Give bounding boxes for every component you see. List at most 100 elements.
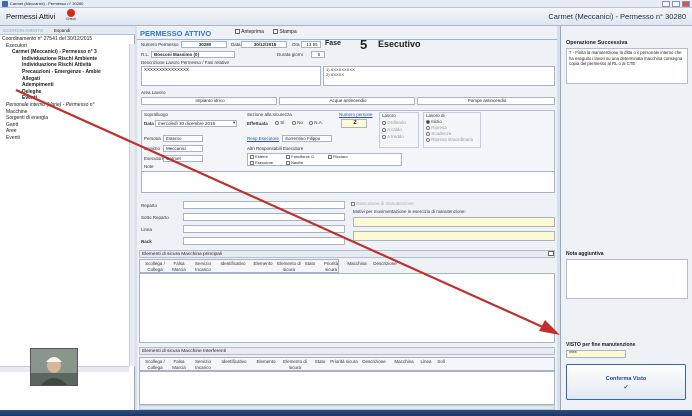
calendar-dropdown-icon[interactable]: ▾ — [233, 120, 235, 126]
nota-field[interactable] — [566, 259, 688, 299]
tree-item-aree[interactable]: Aree — [0, 128, 135, 135]
table-column-header[interactable]: Stato — [310, 359, 330, 365]
table-column-header[interactable]: Identificativo — [216, 261, 250, 267]
data-sopralluogo-field[interactable]: mercoledì 30 dicembre 2015 — [155, 120, 237, 127]
sotto-reparto-field[interactable] — [183, 213, 345, 221]
reparto-field[interactable] — [183, 201, 345, 209]
note-field[interactable]: 1) XXXXXXXXX 2) XXXXX — [323, 66, 555, 86]
persona-field[interactable]: Esterno — [163, 135, 203, 142]
resp-esecutore-label[interactable]: Resp.Esecutore — [247, 136, 279, 141]
tree-item-precauzioni[interactable]: Precauzioni - Emergenze - Ambie — [0, 69, 135, 76]
tree-item-allegati[interactable]: Allegati — [0, 76, 135, 83]
radio-na[interactable]: N.A. — [309, 120, 323, 125]
tree-item-coordinamento[interactable]: Coordinamento n° 27541 del 30/12/2015 — [0, 36, 135, 43]
table-column-header[interactable]: Scollega / Collega — [142, 261, 168, 272]
tree-item-macchine[interactable]: Macchine — [0, 109, 135, 116]
area-pompe[interactable]: Pompe antincendio — [417, 97, 555, 105]
lavoro-ordinario[interactable]: Ordinario — [382, 120, 406, 125]
descrizione-field[interactable]: XXXXXXXXXXXXXXX — [141, 66, 321, 86]
durata-field[interactable]: 5 — [311, 51, 325, 58]
tree-item-personale-interno[interactable]: Personale interno (Varie) - Permesso n° — [0, 102, 135, 109]
motivi-field-1[interactable] — [353, 217, 555, 227]
table-column-header[interactable]: Servizio Incarico — [190, 261, 216, 272]
tree-item-deleghe[interactable]: Deleghe — [0, 89, 135, 96]
tree-item-adempimenti[interactable]: Adempimenti — [0, 82, 135, 89]
altri-esterni[interactable]: Esterni — [250, 154, 268, 160]
tree-item-eventi-root[interactable]: Eventi — [0, 135, 135, 142]
table-column-header[interactable]: Descrizione — [358, 359, 390, 365]
ora-field[interactable]: 13.55 — [301, 41, 321, 48]
tree-item-gantt[interactable]: Gantt — [0, 122, 135, 129]
altri-fanciforce[interactable]: Fanciforce G. — [286, 154, 315, 160]
table-column-header[interactable]: Falsa Marcia — [168, 261, 190, 272]
tree-item-carmet[interactable]: Carmet (Meccanici) - Permesso n° 3 — [0, 49, 135, 56]
altri-esecutore[interactable]: Esecutore — [250, 160, 273, 165]
lavoro-di-scadenza[interactable]: Scadenza — [426, 131, 451, 136]
anteprima-button[interactable]: Anteprima — [235, 29, 264, 35]
motivi-field-2[interactable] — [353, 231, 555, 241]
tree-item-esecutori[interactable]: Esecutori — [0, 43, 135, 50]
table-column-header[interactable]: Elemento — [252, 359, 280, 365]
table-column-header[interactable]: Priorità sicura — [318, 261, 344, 272]
conferma-visto-button[interactable]: Conferma Visto ✔ — [566, 364, 686, 400]
table-column-header[interactable]: Macchina — [390, 359, 418, 365]
table-column-header[interactable]: Elemento di sicura — [280, 359, 310, 370]
page-title: Permessi Attivi — [6, 12, 56, 21]
table-column-header[interactable]: Linea — [418, 359, 434, 365]
radio-si[interactable]: Sì — [275, 120, 285, 125]
tree-item-rischi-attivita[interactable]: Individuazione Rischi Attività — [0, 62, 135, 69]
table-column-header[interactable]: Descrizione — [370, 261, 400, 267]
check-button[interactable]: Check — [62, 9, 80, 25]
minimize-button[interactable] — [662, 1, 670, 7]
sotto-reparto-label: Sotto Reparto — [141, 215, 169, 220]
numero-field[interactable]: 30280 — [181, 41, 227, 48]
rack-field[interactable] — [183, 237, 345, 245]
table-column-header[interactable]: Priorità sicura — [330, 359, 358, 365]
table-column-header[interactable]: Stato — [302, 261, 318, 267]
table-2-grid[interactable] — [139, 371, 555, 405]
lavoro-di-inizio[interactable]: Inizio — [426, 119, 442, 124]
close-window-button[interactable] — [682, 1, 690, 7]
rl-field[interactable]: Bosconi Massimo (0) — [151, 51, 235, 58]
maximize-button[interactable] — [672, 1, 680, 7]
checkbox-icon — [250, 154, 254, 159]
table-column-header[interactable]: Macchina — [344, 261, 370, 267]
data-field[interactable]: 30/12/2015 — [241, 41, 287, 48]
table-1-grid[interactable] — [139, 273, 555, 343]
lavoro-di-ripresa[interactable]: Ripresa — [426, 125, 447, 130]
tree-item-eventi[interactable]: Eventi — [0, 95, 135, 102]
manutenzione-checkbox[interactable]: Esecuzione di manutenzione — [351, 201, 414, 206]
table-column-header[interactable]: Elemento di sicura — [276, 261, 302, 272]
table-column-header[interactable]: Falsa Marcia — [168, 359, 190, 370]
lavoro-di-ripresa-label: Ripresa — [431, 125, 447, 130]
lavoro-a-freddo[interactable]: A freddo — [382, 134, 404, 139]
visto-field[interactable]: **** — [566, 350, 626, 358]
sidebar-vertical-scrollbar[interactable] — [129, 44, 135, 366]
linea-field[interactable] — [183, 225, 345, 233]
resp-esecutore-field[interactable]: Sorrentino Filippo — [282, 135, 332, 142]
table-column-header[interactable]: Servizio Incarico — [190, 359, 216, 370]
table-column-header[interactable]: Scollega / Collega — [142, 359, 168, 370]
numero-persone-field[interactable]: 2 — [341, 119, 367, 128]
tab-espandi[interactable]: Espandi — [54, 26, 70, 35]
tree-item-sorgenti[interactable]: Sorgenti di energia — [0, 115, 135, 122]
section-1-expand-icon[interactable] — [548, 251, 554, 256]
note-textarea[interactable] — [141, 171, 555, 193]
checkbox-icon — [286, 160, 290, 165]
esecutore-field[interactable]: Carmet — [163, 155, 203, 162]
tab-coordinamento[interactable]: COORDINAMENTO — [3, 26, 43, 35]
area-acque[interactable]: Acque antincendio — [279, 97, 415, 105]
table-column-header[interactable]: Identificativo — [216, 359, 252, 365]
altri-ricciaro[interactable]: Ricciaro — [328, 154, 348, 160]
table-column-header[interactable]: Elemento — [250, 261, 276, 267]
area-impianto[interactable]: Impianto idrico — [141, 97, 277, 105]
numero-persone-label[interactable]: Numero persone — [339, 112, 373, 117]
lavoro-di-ripresa-straord[interactable]: Ripresa straordinaria — [426, 137, 473, 142]
stampa-button[interactable]: Stampa — [273, 29, 297, 35]
table-column-header[interactable]: Soll — [434, 359, 448, 365]
tree-item-rischi-ambiente[interactable]: Individuazione Rischi Ambiente — [0, 56, 135, 63]
servizio-field[interactable]: Meccanici — [163, 145, 203, 152]
lavoro-a-caldo[interactable]: A caldo — [382, 127, 402, 132]
altri-navilin[interactable]: Navilin — [286, 160, 303, 165]
radio-no[interactable]: No — [292, 120, 303, 125]
